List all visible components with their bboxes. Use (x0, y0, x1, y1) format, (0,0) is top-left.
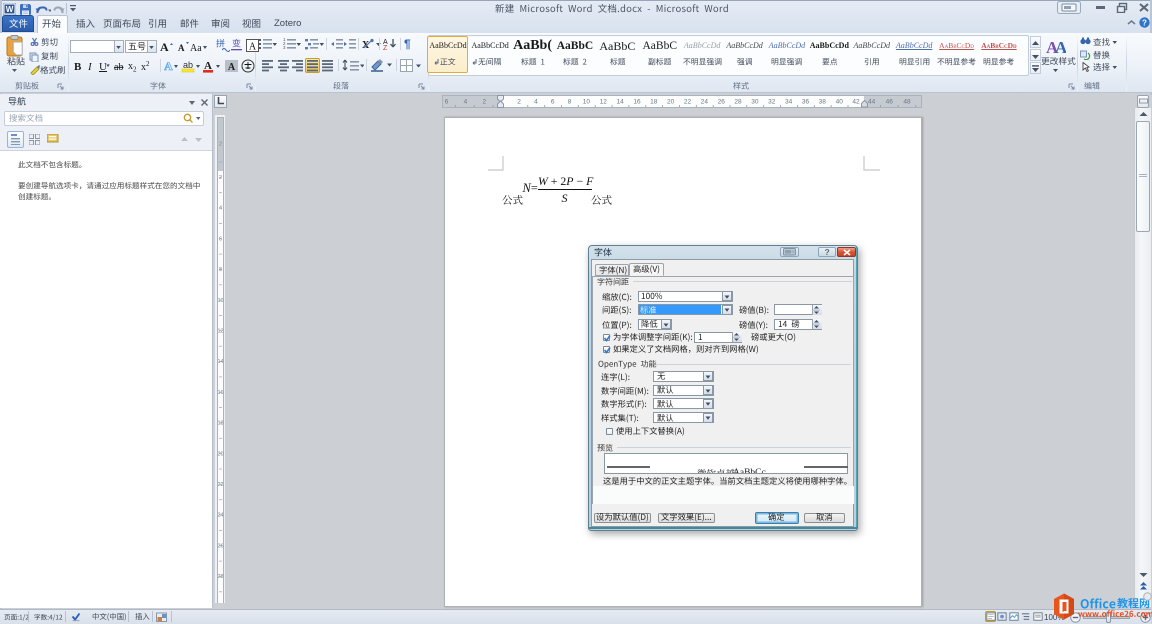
svg-text:6: 6 (551, 99, 555, 106)
svg-text:¶: ¶ (404, 37, 411, 50)
svg-text:48: 48 (903, 99, 911, 106)
svg-text:A: A (164, 59, 173, 73)
svg-text:24: 24 (217, 513, 223, 519)
svg-text:26: 26 (217, 543, 223, 549)
svg-text:4: 4 (464, 99, 468, 106)
svg-text:6: 6 (445, 99, 449, 106)
svg-text:20: 20 (217, 451, 223, 457)
svg-text:12: 12 (217, 329, 223, 335)
svg-text:14: 14 (217, 359, 223, 365)
svg-text:38: 38 (819, 99, 827, 106)
svg-text:20: 20 (667, 99, 675, 106)
svg-text:14: 14 (616, 99, 624, 106)
svg-text:6: 6 (218, 236, 221, 242)
svg-text:I: I (87, 61, 93, 72)
svg-text:4: 4 (534, 99, 538, 106)
svg-text:X: X (362, 40, 370, 50)
svg-text:2: 2 (517, 99, 521, 106)
svg-text:8: 8 (218, 267, 221, 273)
svg-text:22: 22 (217, 482, 223, 488)
svg-text:36: 36 (802, 99, 810, 106)
svg-text:A: A (249, 42, 257, 53)
svg-text:2: 2 (146, 60, 150, 68)
svg-text:W: W (6, 5, 14, 14)
svg-text:2: 2 (218, 175, 221, 181)
svg-text:16: 16 (633, 99, 641, 106)
svg-text:U: U (99, 61, 107, 72)
svg-text:24: 24 (701, 99, 709, 106)
svg-text:ab: ab (183, 60, 193, 70)
svg-text:18: 18 (217, 421, 223, 427)
svg-text:46: 46 (886, 99, 894, 106)
svg-text:2: 2 (218, 142, 221, 148)
svg-text:18: 18 (650, 99, 658, 106)
svg-text:40: 40 (836, 99, 844, 106)
svg-text:3: 3 (283, 45, 286, 50)
svg-text:Aa: Aa (190, 43, 202, 53)
svg-text:A: A (228, 62, 236, 73)
svg-text:30: 30 (751, 99, 759, 106)
svg-text:28: 28 (217, 574, 223, 580)
svg-text:34: 34 (785, 99, 793, 106)
svg-text:ab: ab (114, 62, 123, 72)
svg-text:26: 26 (718, 99, 726, 106)
svg-text:A: A (178, 43, 185, 53)
svg-text:A: A (1055, 38, 1066, 56)
svg-text:32: 32 (768, 99, 776, 106)
svg-text:28: 28 (734, 99, 742, 106)
svg-text:4: 4 (218, 206, 221, 212)
svg-text:B: B (74, 61, 82, 72)
svg-text:8: 8 (568, 99, 572, 106)
svg-text:2: 2 (133, 66, 137, 73)
svg-text:Z: Z (383, 45, 388, 50)
svg-text:A: A (160, 40, 169, 53)
svg-text:22: 22 (684, 99, 692, 106)
svg-text:12: 12 (600, 99, 608, 106)
svg-text:10: 10 (583, 99, 591, 106)
svg-text:10: 10 (217, 298, 223, 304)
svg-text:16: 16 (217, 390, 223, 396)
svg-text:?: ? (1142, 18, 1147, 27)
svg-text:2: 2 (482, 99, 486, 106)
